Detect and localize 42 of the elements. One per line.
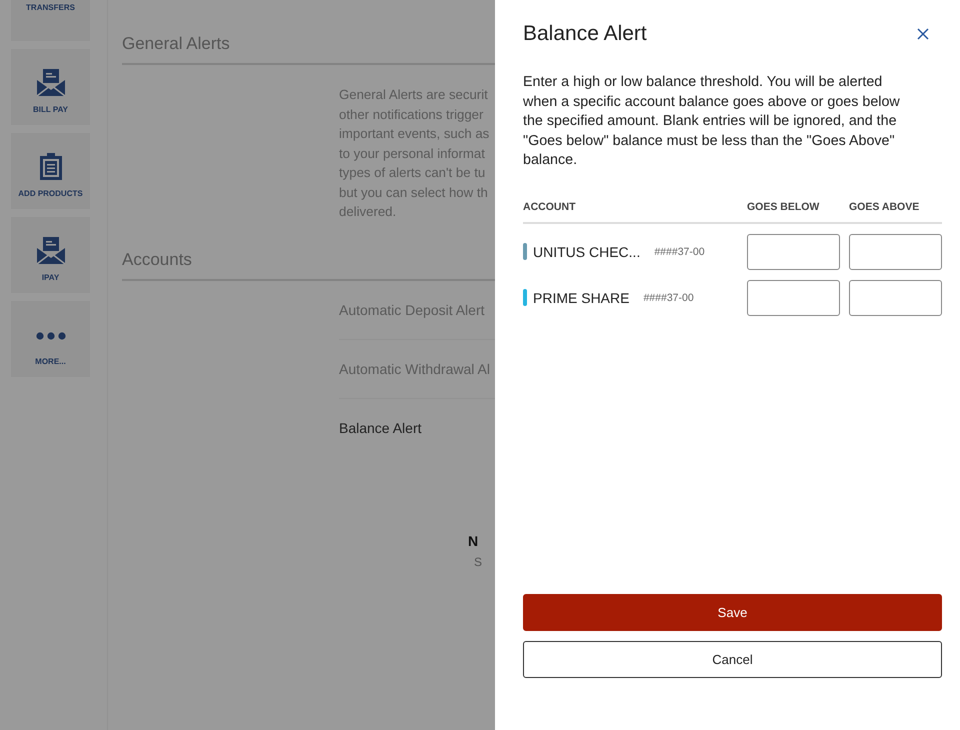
sidebar-label: BILL PAY — [33, 105, 68, 114]
sidebar-tile[interactable]: IPAY — [11, 217, 90, 293]
description-line: General Alerts are securit — [339, 86, 489, 104]
clipboard-icon — [40, 153, 62, 180]
sidebar-tile[interactable]: TRANSFERS — [11, 0, 90, 41]
more-dots-icon — [36, 332, 66, 340]
sidebar-label: IPAY — [42, 273, 60, 282]
section-heading: Accounts — [122, 250, 495, 280]
account-name: PRIME SHARE — [533, 290, 630, 306]
panel-description: Enter a high or low balance threshold. You will be alerted when a specific account balance goes above or goes below the specified amount. Blank entries will be ignored, and the "Goes below" balance must be less than the "Goes Above" balance. — [523, 73, 901, 170]
description-line: important events, such as — [339, 125, 490, 143]
goes-above-field[interactable] — [849, 234, 942, 270]
sidebar-label: ADD PRODUCTS — [18, 189, 83, 198]
envelope-icon — [36, 237, 64, 264]
alert-item[interactable]: Balance Alert — [339, 398, 495, 456]
description-line: to your personal informat — [339, 144, 486, 163]
empty-title: N — [468, 532, 480, 548]
sidebar-tile[interactable]: ADD PRODUCTS — [11, 133, 90, 209]
goes-below-field[interactable] — [747, 280, 840, 316]
goes-above-field[interactable] — [849, 280, 942, 316]
description-line: other notifications trigger — [339, 106, 484, 124]
sidebar-tile[interactable]: BILL PAY — [11, 49, 90, 125]
account-name: UNITUS CHEC... — [533, 244, 640, 260]
section-heading: General Alerts — [122, 34, 495, 65]
account-number: ####37-00 — [643, 292, 694, 304]
save-button[interactable]: Save — [523, 594, 942, 631]
description-line: types of alerts can't be tu — [339, 164, 486, 182]
description-line: but you can select how th — [339, 184, 489, 202]
sidebar-label: TRANSFERS — [26, 3, 75, 12]
sidebar-tile[interactable]: MORE... — [11, 301, 90, 377]
description-line: delivered. — [339, 203, 398, 221]
envelope-icon — [36, 69, 64, 96]
sidebar-label: MORE... — [35, 357, 66, 366]
account-number: ####37-00 — [654, 246, 705, 258]
cancel-button[interactable]: Cancel — [523, 641, 942, 678]
column-header: ACCOUNT — [523, 200, 576, 213]
close-icon[interactable] — [917, 28, 929, 40]
panel-title: Balance Alert — [523, 22, 647, 46]
goes-below-field[interactable] — [747, 234, 840, 270]
column-header: GOES ABOVE — [849, 200, 920, 213]
column-header: GOES BELOW — [747, 200, 820, 213]
empty-text: S — [473, 554, 484, 568]
